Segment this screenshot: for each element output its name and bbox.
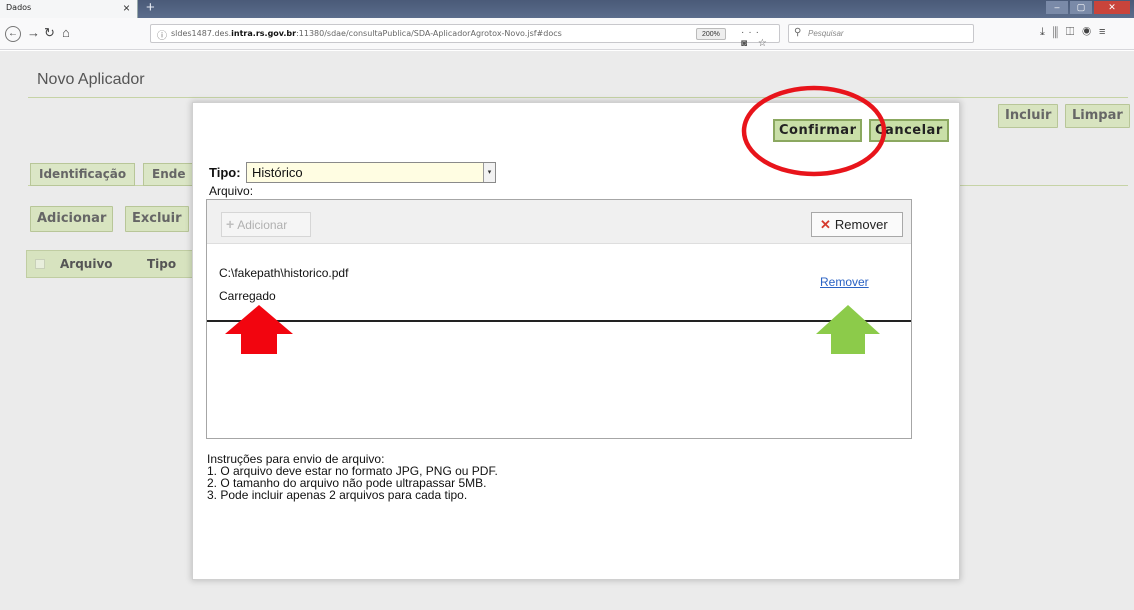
maximize-icon[interactable]: ▢ (1070, 1, 1092, 14)
forward-icon[interactable]: → (27, 25, 40, 40)
browser-tab-title: Dados (6, 3, 32, 12)
tipo-select[interactable]: Histórico ▾ (246, 162, 496, 183)
green-up-arrow-icon (816, 305, 880, 354)
library-icon[interactable]: ⫼ (1053, 26, 1066, 38)
search-bar[interactable]: ⚲ Pesquisar (788, 24, 974, 43)
page-title: Novo Aplicador (37, 71, 145, 88)
arquivo-label: Arquivo: (209, 184, 254, 198)
limpar-button[interactable]: Limpar (1065, 104, 1130, 128)
column-header-arquivo[interactable]: Arquivo (60, 257, 113, 271)
tipo-label: Tipo: (209, 165, 241, 180)
excluir-button[interactable]: Excluir (125, 206, 189, 232)
tab-identificacao[interactable]: Identificação (30, 163, 136, 186)
back-icon[interactable]: ← (5, 26, 21, 42)
red-arrow-shape (225, 305, 293, 354)
upload-add-button[interactable]: + Adicionar (221, 212, 311, 237)
zoom-level[interactable]: 200% (696, 28, 726, 40)
reload-icon[interactable]: ↻ (44, 25, 55, 41)
chevron-down-icon[interactable]: ▾ (483, 163, 495, 182)
uploaded-file-name: C:\fakepath\historico.pdf (219, 266, 349, 280)
lock-icon[interactable]: ⓘ (157, 27, 167, 42)
url-bar[interactable]: ⓘ sldes1487.des.intra.rs.gov.br:11380/sd… (150, 24, 780, 49)
green-arrow-shape (816, 305, 880, 354)
download-icon[interactable]: ⤓ (1040, 26, 1053, 38)
file-upload-panel: + Adicionar ✕ Remover C:\fakepath\historic… (206, 199, 912, 439)
upload-toolbar: + Adicionar ✕ Remover (207, 200, 911, 244)
more-icon[interactable]: ··· (741, 27, 763, 38)
window-controls: – ▢ ✕ (1046, 1, 1130, 14)
sidebar-icon[interactable]: ◫ (1066, 26, 1082, 38)
remove-x-icon: ✕ (820, 217, 831, 232)
column-header-tipo[interactable]: Tipo (147, 257, 176, 271)
account-icon[interactable]: ◉ (1082, 26, 1099, 38)
close-tab-icon[interactable]: × (123, 1, 130, 15)
plus-icon: + (226, 216, 235, 232)
upload-instructions: Instruções para envio de arquivo: 1. O a… (207, 452, 498, 502)
home-icon[interactable]: ⌂ (62, 25, 70, 40)
title-divider (28, 97, 1128, 98)
red-up-arrow-icon (225, 305, 293, 354)
tab-endereco[interactable]: Ende (143, 163, 195, 186)
annotation-ellipse (741, 85, 887, 177)
url-text[interactable]: sldes1487.des.intra.rs.gov.br:11380/sdae… (171, 29, 562, 38)
file-row-divider (207, 320, 911, 322)
browser-tab-bar: Dados × + – ▢ ✕ (0, 0, 1134, 18)
search-icon: ⚲ (794, 27, 802, 38)
grid-header: Arquivo Tipo (26, 250, 206, 278)
menu-icon[interactable]: ≡ (1099, 26, 1113, 38)
new-tab-icon[interactable]: + (146, 0, 155, 16)
adicionar-button[interactable]: Adicionar (30, 206, 114, 232)
minimize-icon[interactable]: – (1046, 1, 1068, 14)
annotation-ellipse-shape (741, 85, 887, 177)
browser-tab[interactable]: Dados × (0, 0, 138, 18)
upload-remove-button[interactable]: ✕ Remover (811, 212, 903, 237)
select-all-checkbox[interactable] (35, 259, 45, 269)
browser-nav-bar: ← → ↻ ⌂ ⓘ sldes1487.des.intra.rs.gov.br:… (0, 18, 1134, 50)
incluir-button[interactable]: Incluir (998, 104, 1059, 128)
file-remove-link[interactable]: Remover (820, 275, 869, 289)
bookmark-star-icon[interactable]: ☆ (758, 38, 771, 49)
pocket-icon[interactable]: ◙ (741, 38, 751, 49)
tipo-selected-value: Histórico (252, 165, 303, 180)
search-placeholder: Pesquisar (808, 29, 844, 38)
window-close-icon[interactable]: ✕ (1094, 1, 1130, 14)
upload-status: Carregado (219, 289, 276, 303)
